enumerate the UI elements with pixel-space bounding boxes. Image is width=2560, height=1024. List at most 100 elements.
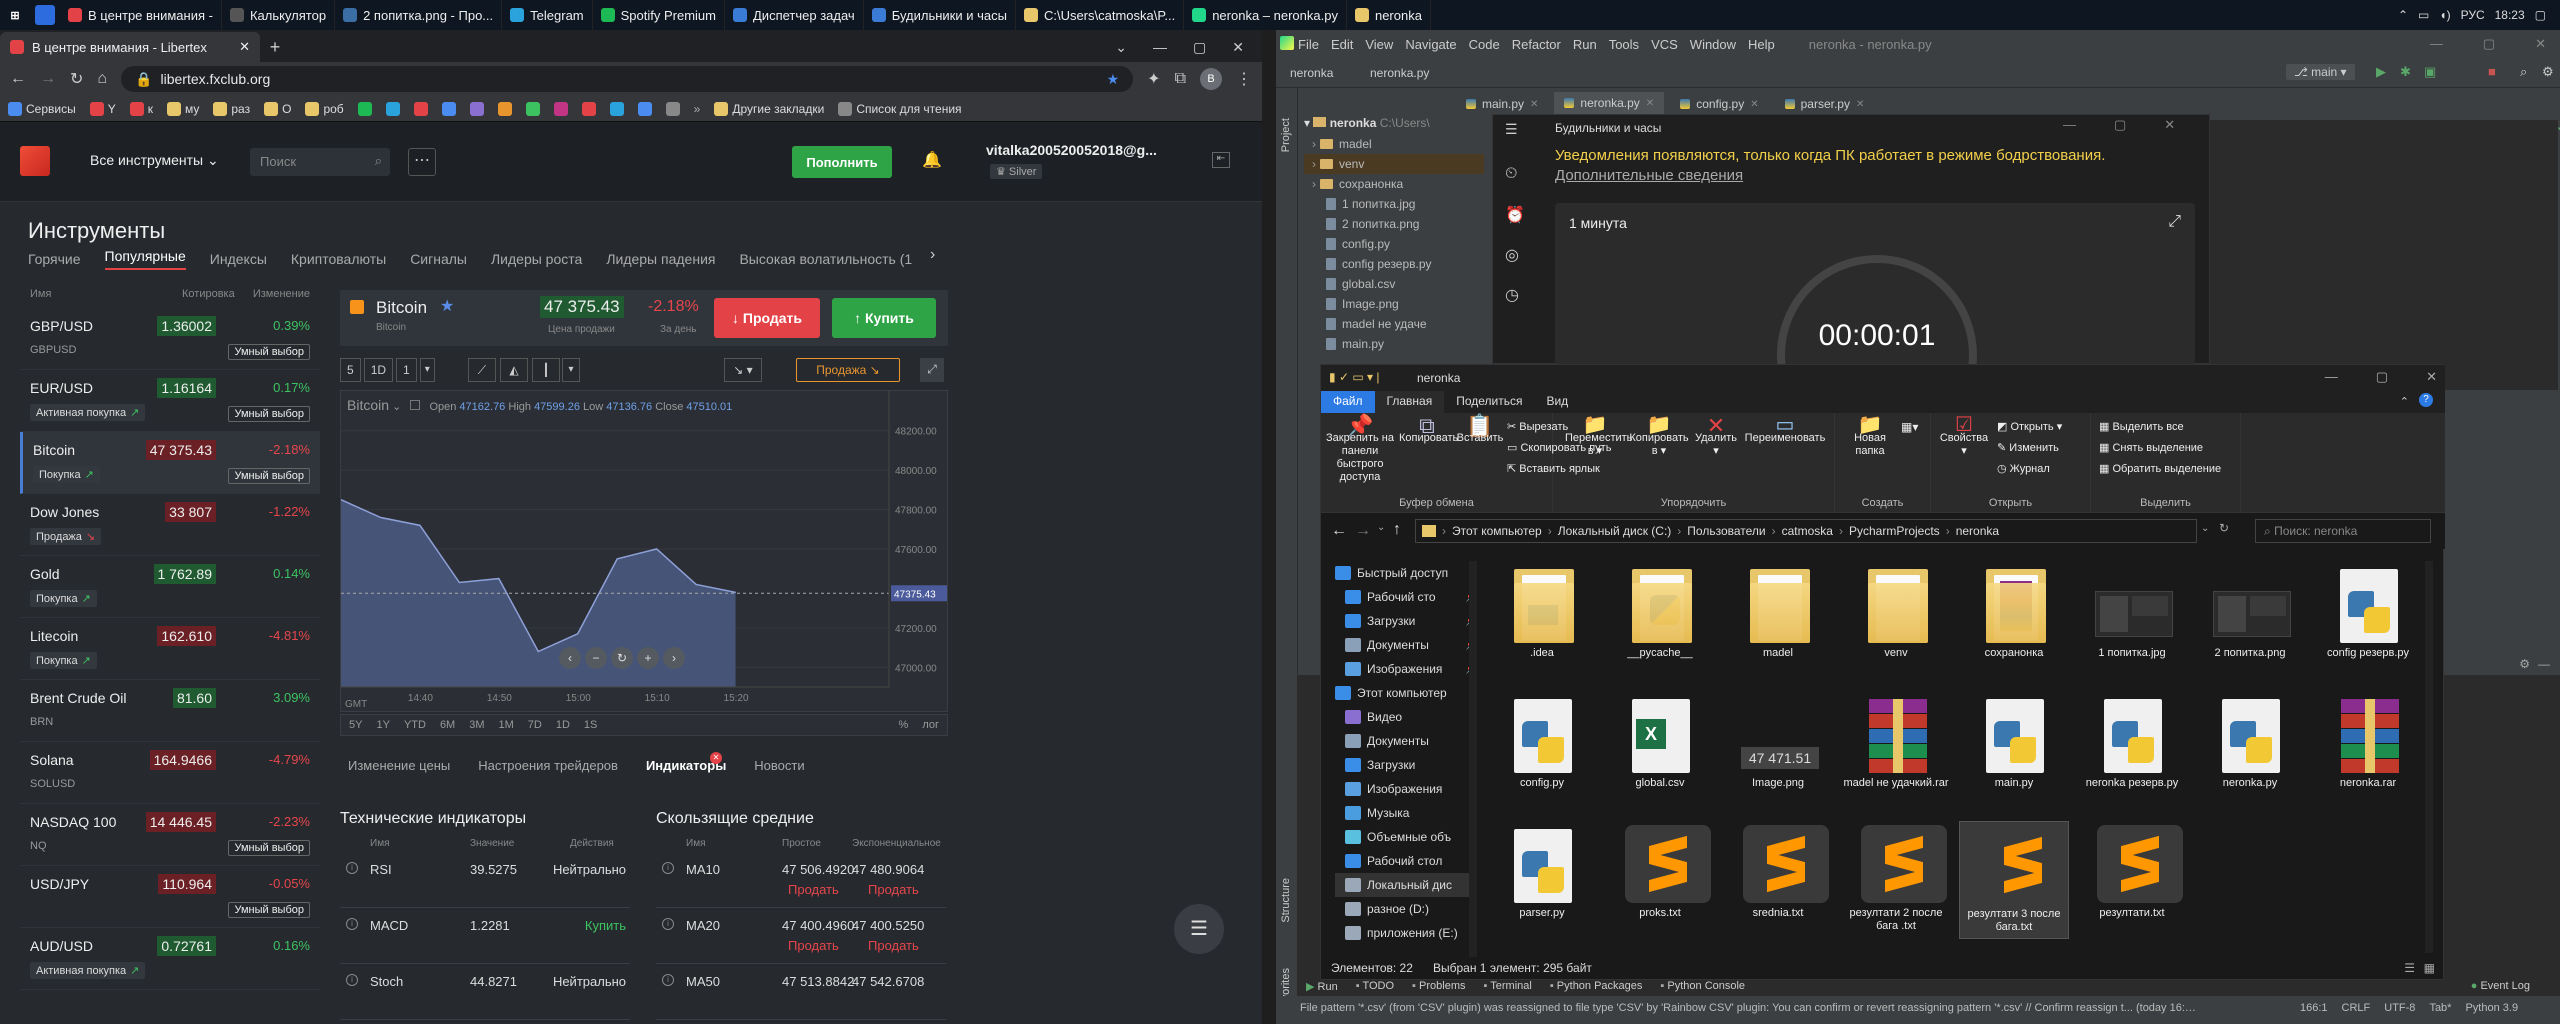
explorer-up-icon[interactable]: ↑ (1393, 521, 1401, 539)
timer-nav-icon[interactable]: ⏲ (1505, 165, 1517, 183)
file-item[interactable]: 2 попитка.png (2195, 561, 2305, 679)
paste-button[interactable]: 📋 Вставить (1455, 415, 1505, 445)
bookmark-favicon-icon[interactable] (441, 101, 456, 116)
file-item[interactable]: madel (1723, 561, 1833, 679)
instrument-tab[interactable]: Горячие (28, 251, 81, 267)
explorer-minimize-icon[interactable]: — (2325, 369, 2338, 385)
taskbar-task[interactable]: В центре внимания - (60, 0, 222, 30)
timer-card[interactable]: 1 минута ⤢ 00:00:01 (1555, 203, 2195, 455)
bookmark-favicon-icon[interactable] (385, 101, 400, 116)
instrument-tab[interactable]: Лидеры падения (606, 251, 715, 267)
search-input[interactable]: Поиск ⌕ (250, 148, 390, 176)
tree-item[interactable]: config резерв.py (1304, 254, 1484, 274)
invert-selection-button[interactable]: ▦ Обратить выделение (2099, 463, 2221, 476)
delete-button[interactable]: ✕ Удалить ▾ (1691, 415, 1741, 458)
explorer-back-icon[interactable]: ← (1331, 522, 1347, 540)
taskbar-task[interactable]: Spotify Premium (593, 0, 725, 30)
instrument-row[interactable]: Brent Crude Oil 81.60 3.09% BRN (20, 680, 320, 742)
tree-item[interactable]: › venv (1304, 154, 1484, 174)
info-icon[interactable]: i (662, 862, 674, 874)
nav-item[interactable]: Документы📌 (1335, 633, 1477, 657)
instrument-row[interactable]: USD/JPY 110.964 -0.05% Умный выбор (20, 866, 320, 928)
smart-choice-badge[interactable]: Умный выбор (228, 344, 310, 360)
reload-icon[interactable]: ↻ (70, 69, 83, 89)
nav-item[interactable]: Загрузки (1335, 753, 1477, 777)
bookmark-favicon-icon[interactable] (581, 101, 596, 116)
path-segment[interactable]: Локальный диск (C:) (1558, 524, 1672, 538)
home-icon[interactable]: ⌂ (97, 70, 107, 88)
tree-item[interactable]: madel не удаче (1304, 314, 1484, 334)
notifications-icon[interactable]: ▢ (2535, 8, 2546, 22)
instrument-tab[interactable]: Криптовалюты (291, 251, 386, 267)
taskbar-task[interactable]: Telegram (502, 0, 593, 30)
zoom-in-icon[interactable]: + (637, 647, 659, 669)
taskbar-task[interactable]: C:\Users\catmoska\P... (1016, 0, 1185, 30)
deposit-button[interactable]: Пополнить (792, 146, 892, 178)
bookmark-favicon-icon[interactable] (553, 101, 568, 116)
reset-icon[interactable]: ↻ (611, 647, 633, 669)
pycharm-menu-item[interactable]: Window (1690, 37, 1736, 52)
file-item[interactable]: madel не удачкий.rar (1841, 691, 1951, 809)
expand-arrow-icon[interactable]: › (1312, 177, 1316, 191)
close-window-icon[interactable]: ✕ (1232, 39, 1244, 56)
tab-close-icon[interactable]: ✕ (239, 39, 250, 55)
nav-breadcrumb-file[interactable]: neronka.py (1370, 66, 1429, 80)
pycharm-menu-item[interactable]: Navigate (1405, 37, 1456, 52)
tree-item[interactable]: › madel (1304, 134, 1484, 154)
run-icon[interactable]: ▶ (2376, 64, 2386, 80)
percent-toggle[interactable]: % (899, 719, 909, 731)
period-button[interactable]: 1D (363, 358, 394, 382)
tabs-next-icon[interactable]: › (930, 246, 935, 264)
file-item[interactable]: srednia.txt (1723, 821, 1833, 939)
tab-close-icon[interactable]: ✕ (1530, 99, 1538, 110)
detail-tab[interactable]: Новости (754, 758, 804, 782)
checkbox-icon[interactable] (410, 400, 421, 410)
file-item[interactable]: parser.py (1487, 821, 1597, 939)
file-item[interactable]: 1 попитка.jpg (2077, 561, 2187, 679)
chart-type-dropdown[interactable]: ▾ (562, 358, 580, 382)
help-icon[interactable]: ? (2419, 393, 2433, 407)
menu-dots-icon[interactable]: ⋮ (1236, 69, 1252, 89)
bookmarks-overflow-icon[interactable]: » (694, 102, 701, 116)
path-segment[interactable]: neronka (1956, 524, 1999, 538)
user-account[interactable]: vitalka200520052018@g... (986, 142, 1176, 158)
file-item[interactable]: neronka.py (2195, 691, 2305, 809)
branch-selector[interactable]: ⎇ main ▾ (2286, 64, 2355, 80)
taskbar-task[interactable]: 2 попитка.png - Про... (335, 0, 503, 30)
world-clock-nav-icon[interactable]: ◎ (1505, 245, 1519, 265)
start-icon[interactable]: ⊞ (5, 5, 25, 25)
editor-tab[interactable]: parser.py ✕ (1775, 92, 1875, 116)
tree-item[interactable]: main.py (1304, 334, 1484, 354)
log-toggle[interactable]: лог (922, 719, 939, 731)
alarms-maximize-icon[interactable]: ▢ (2114, 117, 2126, 133)
path-segment[interactable]: Этот компьютер (1452, 524, 1542, 538)
instrument-tab[interactable]: Сигналы (410, 251, 467, 267)
rename-button[interactable]: ▭ Переименовать (1743, 415, 1827, 445)
range-button[interactable]: 7D (528, 719, 542, 731)
details-link[interactable]: Дополнительные сведения (1555, 167, 1743, 184)
tab-close-icon[interactable]: ✕ (1646, 98, 1654, 109)
period-dropdown-icon[interactable]: ▾ (419, 358, 435, 382)
pin-button[interactable]: 📌 Закрепить на панели быстрого доступа (1325, 415, 1395, 484)
extensions-icon[interactable]: ✦ (1147, 69, 1160, 89)
range-button[interactable]: 1S (584, 719, 597, 731)
detail-tab[interactable]: Настроения трейдеров (478, 758, 618, 782)
price-chart[interactable]: 48200.00 48000.00 47800.00 47600.00 47200.00… (340, 390, 948, 712)
bookmark-favicon-icon[interactable] (497, 101, 512, 116)
chat-support-button[interactable]: ☰ (1174, 904, 1224, 954)
smart-choice-badge[interactable]: Умный выбор (228, 902, 310, 918)
pycharm-maximize-icon[interactable]: ▢ (2483, 36, 2495, 52)
pycharm-minimize-icon[interactable]: — (2430, 36, 2443, 52)
file-item[interactable]: резултати 2 после бага .txt (1841, 821, 1951, 939)
nav-item[interactable]: Этот компьютер (1335, 681, 1477, 705)
maximize-icon[interactable]: ▢ (1193, 39, 1206, 56)
stopwatch-nav-icon[interactable]: ◷ (1505, 285, 1519, 305)
tree-item[interactable]: Image.png (1304, 294, 1484, 314)
quick-access-toolbar[interactable]: ▮ ✓ ▭ ▾ | (1329, 370, 1379, 384)
explorer-close-icon[interactable]: ✕ (2426, 369, 2437, 385)
properties-button[interactable]: ☑ Свойства ▾ (1937, 415, 1991, 458)
range-button[interactable]: 3M (469, 719, 484, 731)
puzzle-icon[interactable]: ⧉ (1175, 70, 1186, 88)
bookmark-favicon-icon[interactable] (469, 101, 484, 116)
nav-item[interactable]: Музыка (1335, 801, 1477, 825)
